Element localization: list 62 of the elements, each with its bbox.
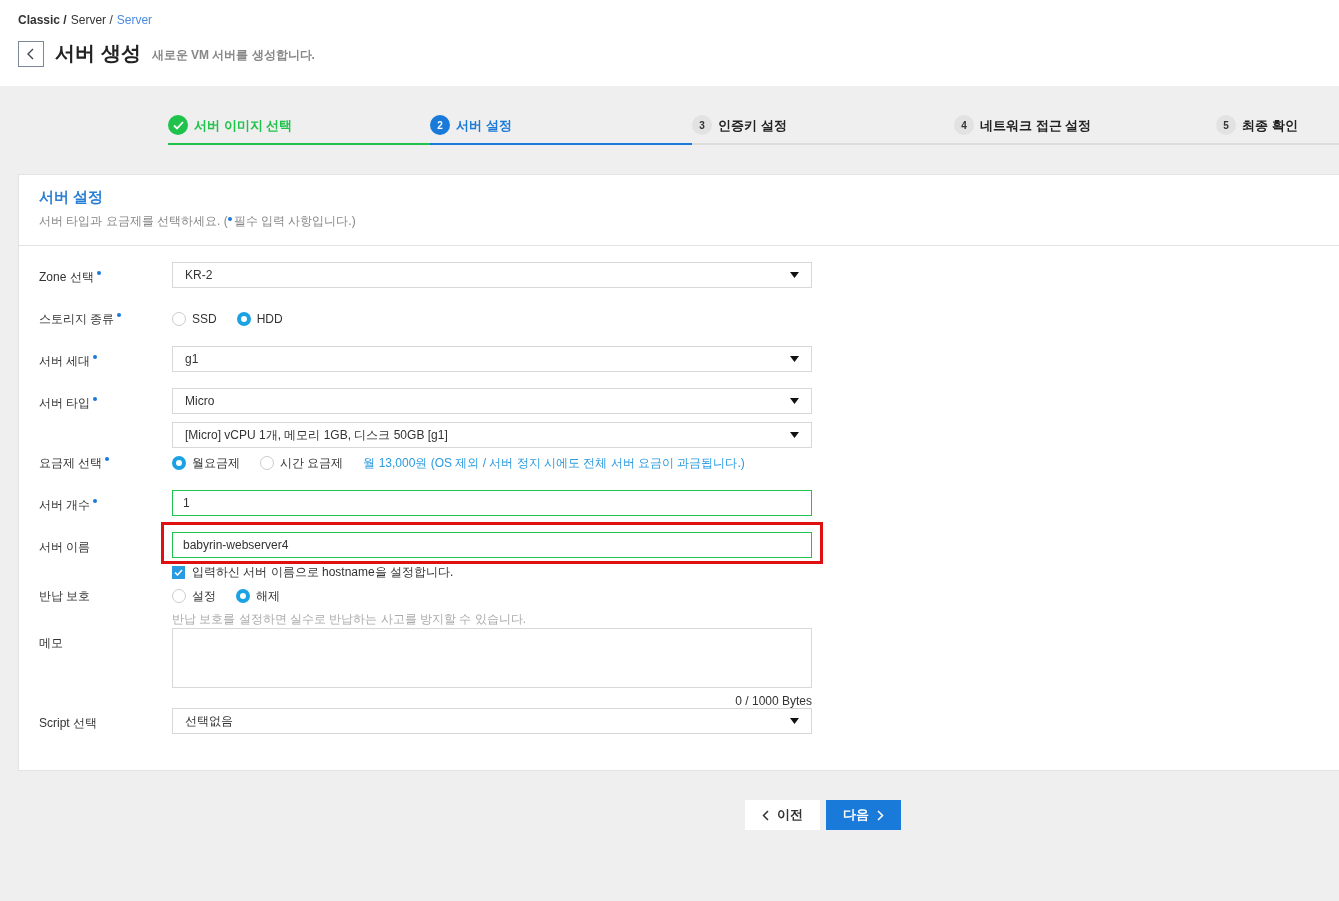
field-label: 요금제 선택 <box>39 448 172 472</box>
field-label: 메모 <box>39 635 64 652</box>
step-number: 5 <box>1216 115 1236 135</box>
dropdown-caret-icon <box>790 398 799 404</box>
field-label: 서버 개수 <box>39 490 172 514</box>
section-description: 서버 타입과 요금제를 선택하세요. ( 필수 입력 사항입니다.) <box>39 213 357 230</box>
step-number: 3 <box>692 115 712 135</box>
field-label: Script 선택 <box>39 715 98 732</box>
breadcrumb-link[interactable]: Server / <box>70 13 113 27</box>
radio-option[interactable]: HDD <box>236 312 283 326</box>
dropdown-caret-icon <box>790 432 799 438</box>
chevron-left-icon <box>762 809 769 821</box>
previous-button[interactable]: 이전 <box>745 800 820 830</box>
radio-button-icon[interactable] <box>172 456 186 470</box>
field-label: Zone 선택 <box>39 262 172 286</box>
check-icon <box>168 115 188 135</box>
radio-option[interactable]: 월요금제 <box>172 454 240 472</box>
dropdown-select[interactable]: Micro <box>172 388 812 414</box>
radio-button-icon[interactable] <box>236 589 250 603</box>
radio-button-icon[interactable] <box>236 312 251 326</box>
back-button[interactable] <box>18 40 44 67</box>
field-label: 서버 타입 <box>39 388 172 412</box>
radio-button-icon[interactable] <box>172 312 186 326</box>
field-label: 반납 보호 <box>39 588 92 605</box>
chevron-right-icon <box>877 809 884 821</box>
price-note: 월 13,000원 (OS 제외 / 서버 정지 시에도 전체 서버 요금이 과금됩니다.) <box>363 454 745 472</box>
dropdown-select[interactable]: 선택없음 <box>172 708 812 734</box>
chevron-left-icon <box>27 47 35 60</box>
step-number: 4 <box>954 115 974 135</box>
dropdown-select[interactable]: [Micro] vCPU 1개, 메모리 1GB, 디스크 50GB [g1] <box>172 422 812 448</box>
page-title: 서버 생성 <box>55 41 141 66</box>
step-label: 최종 확인 <box>1242 117 1298 135</box>
step-number: 2 <box>430 115 450 135</box>
text-input[interactable]: babyrin-webserver4 <box>172 532 812 558</box>
dropdown-caret-icon <box>790 356 799 362</box>
byte-counter: 0 / 1000 Bytes <box>735 694 812 708</box>
step-label: 네트워크 접근 설정 <box>980 117 1092 135</box>
page-subtitle: 새로운 VM 서버를 생성합니다. <box>151 46 315 64</box>
next-button[interactable]: 다음 <box>826 800 901 830</box>
help-text: 반납 보호를 설정하면 실수로 반납하는 사고를 방지할 수 있습니다. <box>172 611 527 628</box>
field-label: 서버 세대 <box>39 346 172 370</box>
radio-button-icon[interactable] <box>260 456 274 470</box>
field-label: 서버 이름 <box>39 539 92 556</box>
dropdown-caret-icon <box>790 272 799 278</box>
section-title: 서버 설정 <box>39 188 105 207</box>
field-label: 스토리지 종류 <box>39 304 172 328</box>
radio-option[interactable]: 시간 요금제 <box>260 454 344 472</box>
checkbox-label: 입력하신 서버 이름으로 hostname을 설정합니다. <box>192 564 454 581</box>
radio-button-icon[interactable] <box>172 589 186 603</box>
step-label: 인증키 설정 <box>718 117 787 135</box>
radio-option[interactable]: 해제 <box>236 587 280 605</box>
step-label: 서버 이미지 선택 <box>194 117 293 135</box>
dropdown-caret-icon <box>790 718 799 724</box>
checkbox[interactable] <box>172 566 185 579</box>
dropdown-select[interactable]: g1 <box>172 346 812 372</box>
dropdown-select[interactable]: KR-2 <box>172 262 812 288</box>
radio-option[interactable]: SSD <box>172 312 217 326</box>
breadcrumb-link[interactable]: Classic / <box>18 13 67 27</box>
step-label: 서버 설정 <box>456 117 512 135</box>
text-input[interactable]: 1 <box>172 490 812 516</box>
breadcrumb-link[interactable]: Server <box>116 13 153 27</box>
radio-option[interactable]: 설정 <box>172 587 216 605</box>
